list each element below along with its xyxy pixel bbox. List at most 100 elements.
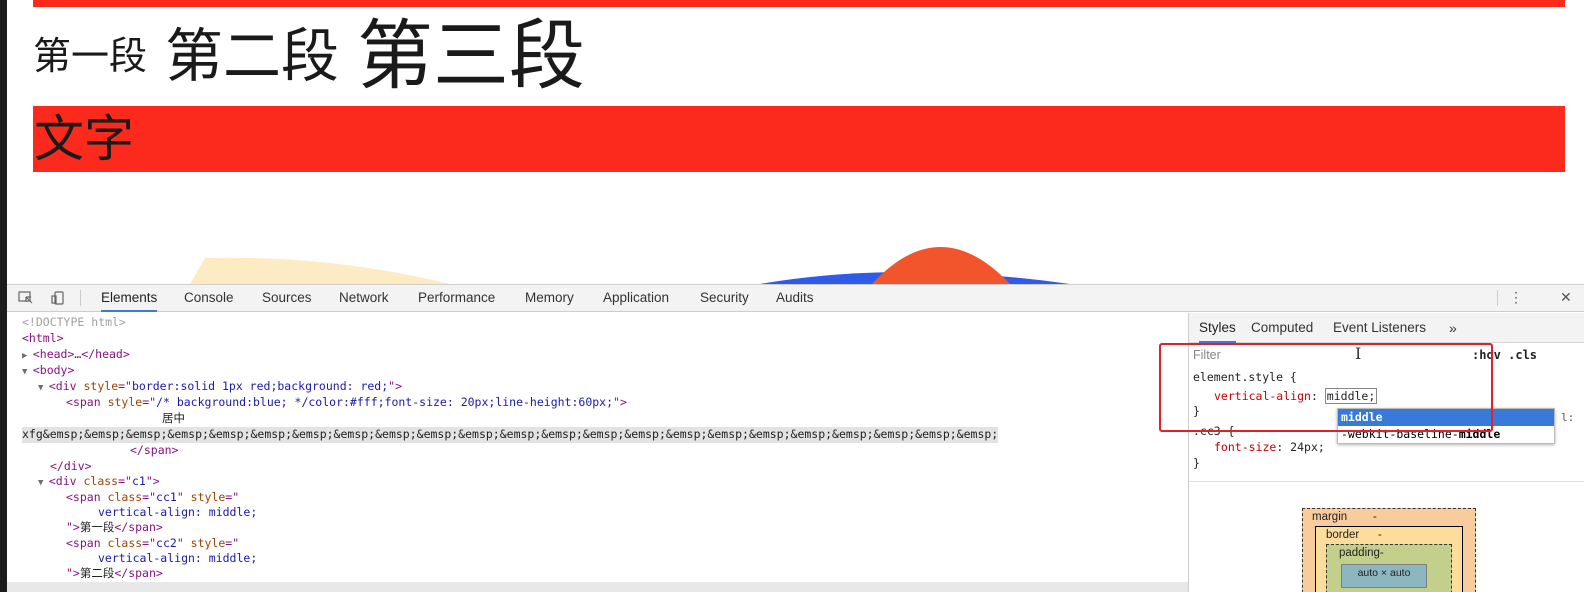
attr-name: style xyxy=(190,490,226,504)
toolbar-separator-right xyxy=(1497,290,1498,306)
close-brace: } xyxy=(1193,404,1200,418)
span-close-tag: </span> xyxy=(130,443,179,457)
head-tag: <head>…</head> xyxy=(32,347,130,361)
truncated-link: l: xyxy=(1561,411,1575,424)
close-brace: } xyxy=(1193,456,1200,470)
border-value[interactable]: - xyxy=(1378,529,1382,541)
attr-name: style xyxy=(83,379,119,393)
elements-tree: <!DOCTYPE html> <html> ▶ <head>…</head> … xyxy=(0,313,1188,592)
box-model-border[interactable]: border - padding- auto × auto xyxy=(1315,526,1463,592)
text-cursor-icon: I xyxy=(1355,344,1362,363)
property-name: font-size xyxy=(1214,440,1277,454)
segment-row: 第一段 第二段 第三段 xyxy=(33,8,603,104)
tab-computed[interactable]: Computed xyxy=(1251,313,1313,343)
element-style-selector[interactable]: element.style { xyxy=(1193,370,1297,384)
html-node[interactable]: <html> xyxy=(22,331,64,347)
margin-label: margin xyxy=(1312,511,1348,523)
attr-value: /* background:blue; */color:#fff;font-si… xyxy=(156,395,614,409)
head-node[interactable]: ▶ <head>…</head> xyxy=(22,347,130,365)
collapse-arrow-icon[interactable]: ▼ xyxy=(38,478,49,488)
tab-elements[interactable]: Elements xyxy=(101,285,158,312)
tab-memory[interactable]: Memory xyxy=(525,285,574,312)
margin-value[interactable]: - xyxy=(1373,511,1377,523)
div-tag: div xyxy=(55,379,77,393)
collapse-arrow-icon[interactable]: ▼ xyxy=(22,367,33,377)
page-viewport: 第一段 第二段 第三段 文字 xyxy=(0,0,1584,284)
body-node[interactable]: ▼ <body> xyxy=(22,363,74,381)
autocomplete-option[interactable]: middle xyxy=(1338,409,1554,426)
text-node-entities[interactable]: xfg&emsp;&emsp;&emsp;&emsp;&emsp;&emsp;&… xyxy=(22,427,999,443)
style-declaration[interactable]: vertical-align: middle; xyxy=(1214,388,1378,404)
body-tag: <body> xyxy=(32,363,75,377)
tab-performance[interactable]: Performance xyxy=(418,285,495,312)
devtools-toolbar: Elements Console Sources Network Perform… xyxy=(0,285,1584,312)
div-c1-node[interactable]: ▼ <div class="c1"> xyxy=(38,474,160,492)
cc3-selector[interactable]: .cc3 { xyxy=(1193,424,1235,438)
more-tabs-icon[interactable]: » xyxy=(1449,313,1457,343)
span-node[interactable]: <span style="/* background:blue; */color… xyxy=(66,395,627,411)
styles-sidebar: Styles Computed Event Listeners » Filter… xyxy=(1189,313,1584,592)
window-left-edge xyxy=(0,0,7,592)
attr-value: border:solid 1px red;background: red; xyxy=(131,379,389,393)
doctype-node[interactable]: <!DOCTYPE html> xyxy=(22,315,126,331)
cc1-style-value: vertical-align: middle; xyxy=(98,505,258,519)
span-cc1-node[interactable]: <span class="cc1" style=" xyxy=(66,490,239,506)
tab-styles[interactable]: Styles xyxy=(1199,313,1236,343)
padding-label: padding- xyxy=(1339,547,1384,559)
tab-console[interactable]: Console xyxy=(184,285,234,312)
close-icon[interactable]: ✕ xyxy=(1560,289,1580,307)
div-red-node[interactable]: ▼ <div style="border:solid 1px red;backg… xyxy=(38,379,402,397)
attr-name: style xyxy=(107,395,143,409)
red-bar-top xyxy=(33,0,1565,7)
segment-two: 第二段 xyxy=(165,22,340,90)
border-label: border xyxy=(1326,529,1360,541)
decorative-shapes xyxy=(190,247,1070,284)
tab-application[interactable]: Application xyxy=(603,285,669,312)
span-tag: span xyxy=(72,395,101,409)
cc1-text: 第一段 xyxy=(79,520,115,534)
filter-input[interactable]: Filter xyxy=(1193,348,1221,362)
styles-filter-row: Filter I :hov .cls xyxy=(1189,344,1584,366)
inspect-element-icon[interactable] xyxy=(16,289,36,307)
orange-shape xyxy=(872,247,1010,284)
devtools-panel: Elements Console Sources Network Perform… xyxy=(0,284,1584,592)
value-editor-input[interactable]: middle; xyxy=(1324,388,1378,404)
cc3-declaration[interactable]: font-size: 24px; xyxy=(1214,440,1325,454)
hov-cls-toggles[interactable]: :hov .cls xyxy=(1472,348,1537,362)
attr-name: class xyxy=(83,474,119,488)
attr-value: cc1 xyxy=(156,490,177,504)
cc2-text: 第二段 xyxy=(79,566,115,580)
collapse-arrow-icon[interactable]: ▼ xyxy=(38,383,49,393)
segment-one: 第一段 xyxy=(33,34,148,78)
tab-audits[interactable]: Audits xyxy=(776,285,814,312)
beige-shape xyxy=(190,257,450,284)
tab-sources[interactable]: Sources xyxy=(262,285,312,312)
tab-security[interactable]: Security xyxy=(700,285,749,312)
autocomplete-option[interactable]: -webkit-baseline-middle xyxy=(1338,426,1554,443)
autocomplete-dropdown: middle -webkit-baseline-middle xyxy=(1337,408,1555,444)
tab-event-listeners[interactable]: Event Listeners xyxy=(1333,313,1426,343)
styles-tabbar: Styles Computed Event Listeners » xyxy=(1189,313,1584,343)
property-name[interactable]: vertical-align xyxy=(1214,389,1311,403)
div-close-tag: </div> xyxy=(50,459,92,473)
property-value: 24px; xyxy=(1290,440,1325,454)
cc1-text-line[interactable]: ">第一段</span> xyxy=(66,520,163,536)
cc2-style-value: vertical-align: middle; xyxy=(98,551,258,565)
tab-network[interactable]: Network xyxy=(339,285,389,312)
segment-three: 第三段 xyxy=(357,11,586,100)
span-cc2-node[interactable]: <span class="cc2" style=" xyxy=(66,536,239,552)
red-text-block: 文字 xyxy=(33,106,1565,172)
box-model-margin[interactable]: margin - border - padding- auto × auto xyxy=(1302,508,1476,592)
rule-divider xyxy=(1189,481,1584,482)
horizontal-scrollbar[interactable] xyxy=(0,582,1188,592)
kebab-menu-icon[interactable]: ⋮ xyxy=(1506,289,1526,307)
attr-value: c1 xyxy=(131,474,146,488)
box-model-content[interactable]: auto × auto xyxy=(1341,564,1427,588)
red-block-text: 文字 xyxy=(34,110,134,168)
cc2-text-line[interactable]: ">第二段</span> xyxy=(66,566,163,582)
attr-value: cc2 xyxy=(156,536,177,550)
device-toolbar-icon[interactable] xyxy=(48,289,68,307)
box-model-padding[interactable]: padding- auto × auto xyxy=(1326,544,1452,592)
expand-arrow-icon[interactable]: ▶ xyxy=(22,351,33,361)
text-node-center[interactable]: 居中 xyxy=(162,411,185,427)
